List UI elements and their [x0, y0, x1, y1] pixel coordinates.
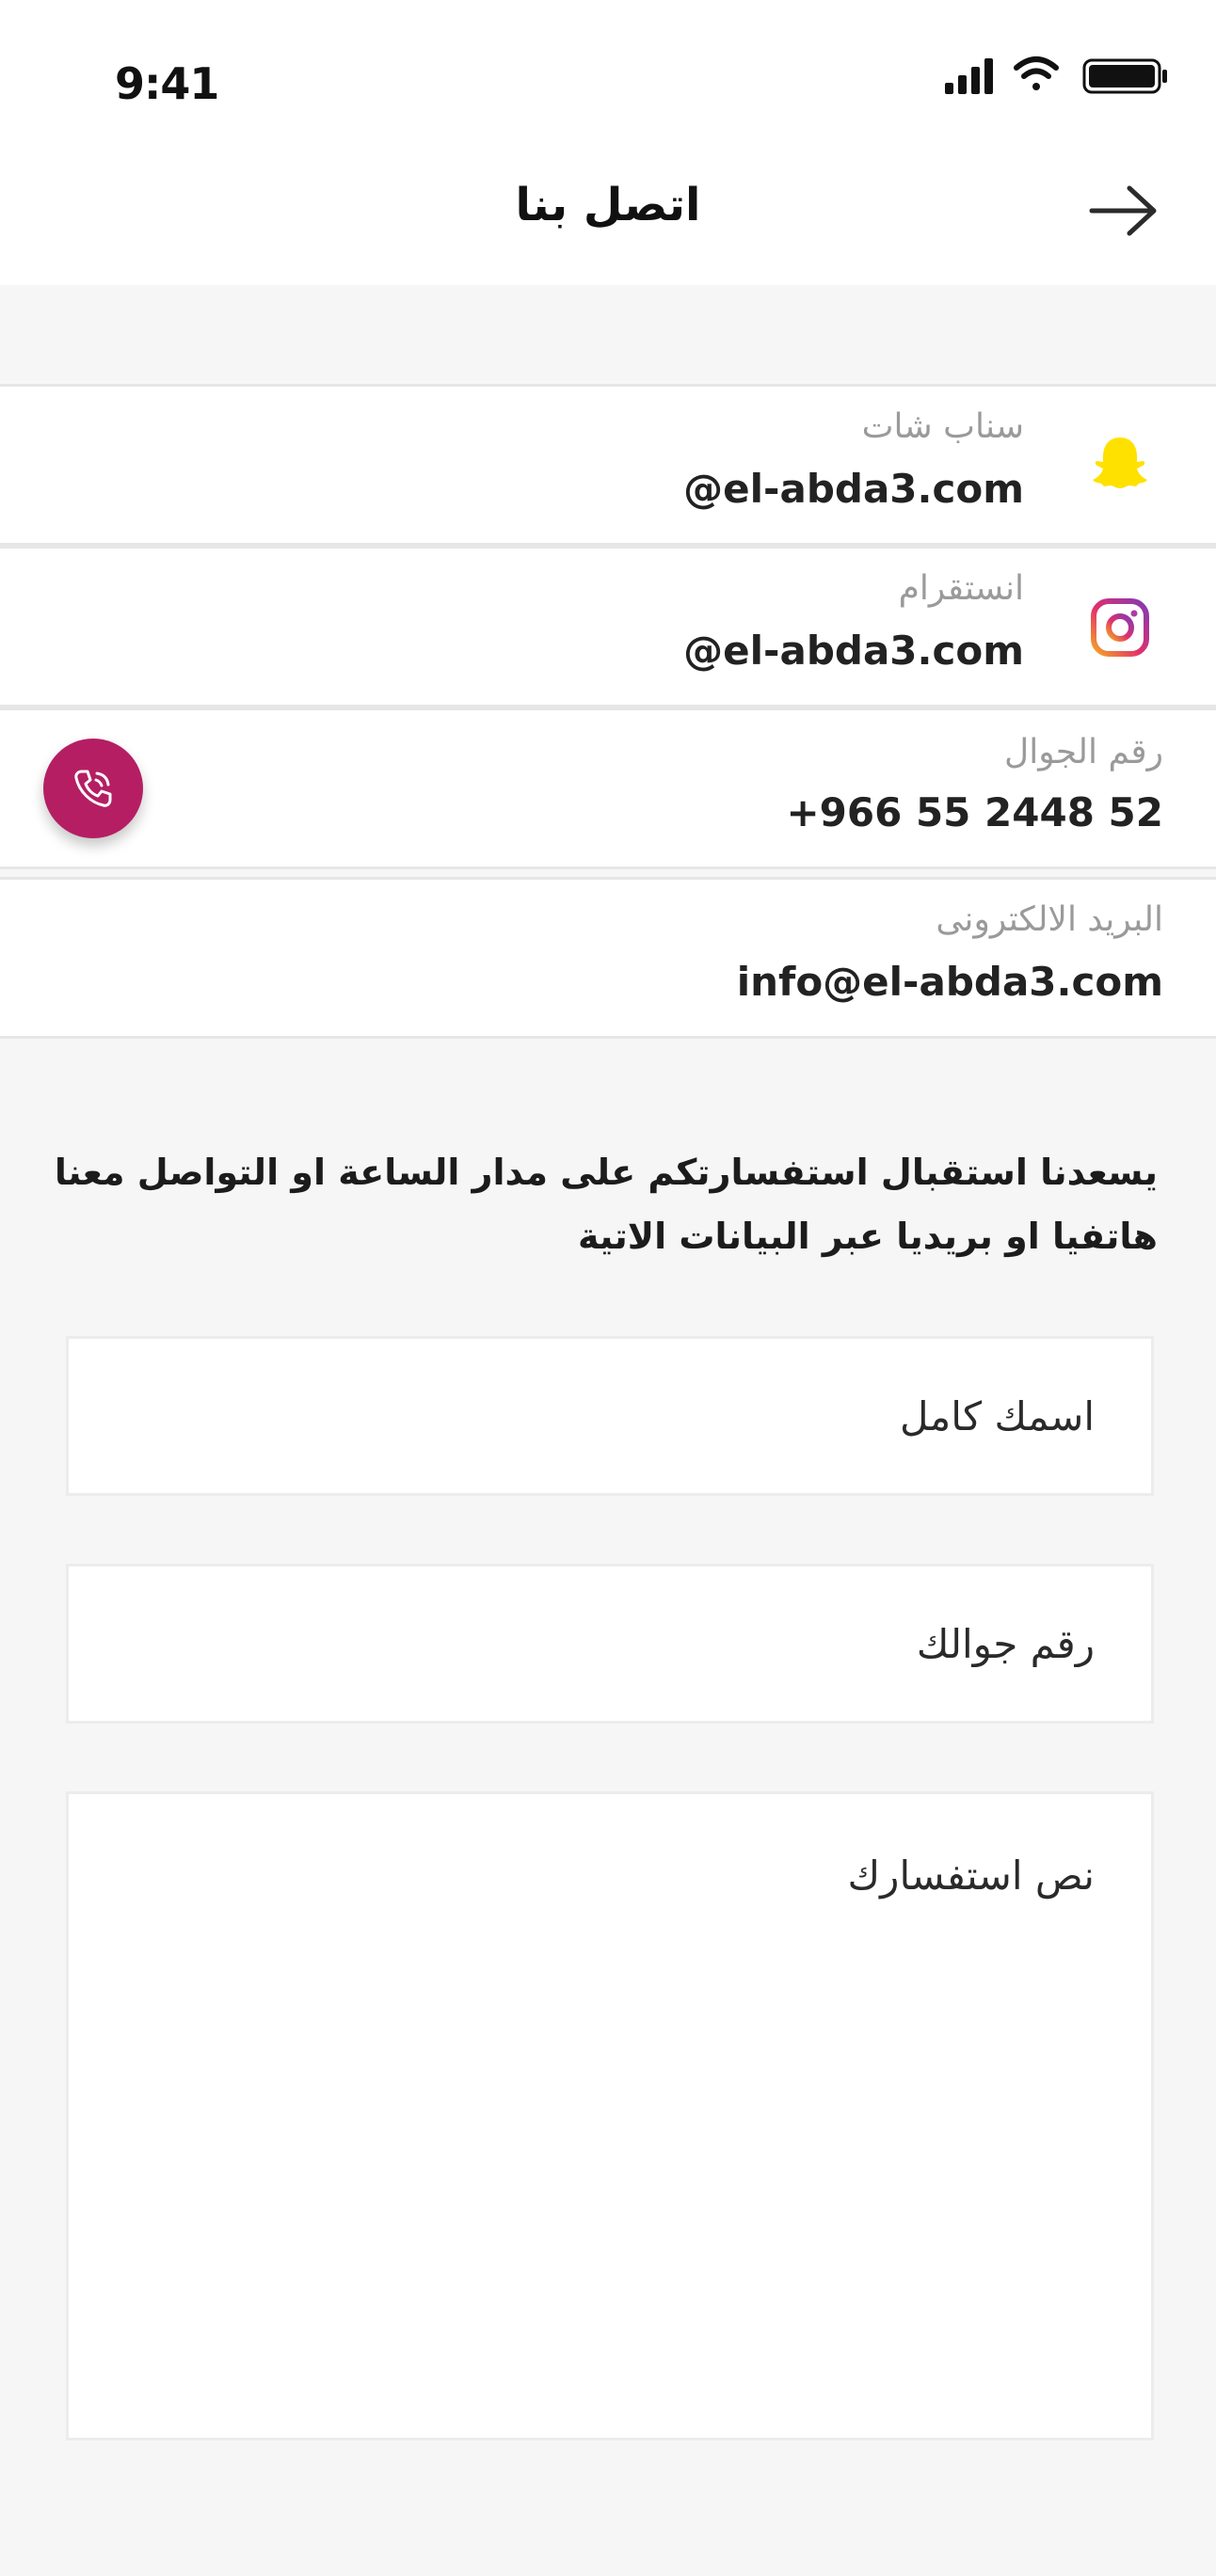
phone-label: رقم الجوال	[1004, 733, 1163, 771]
instagram-label: انستقرام	[898, 569, 1024, 608]
intro-text: يسعدنا استقبال استفسارتكم على مدار الساع…	[54, 1152, 1158, 1257]
contact-card-email[interactable]: البريد الالكترونى info@el-abda3.com	[0, 877, 1216, 1039]
top-bar: 9:41 اتصل بنا	[0, 0, 1216, 285]
page-title: اتصل بنا	[515, 179, 701, 231]
cellular-signal-icon	[945, 58, 993, 94]
status-icons	[945, 56, 1167, 94]
wifi-icon	[1014, 56, 1059, 90]
phone-call-icon	[74, 770, 112, 807]
contact-card-snapchat[interactable]: سناب شات @el-abda3.com	[0, 384, 1216, 546]
snapchat-icon	[1093, 437, 1147, 488]
snapchat-handle: @el-abda3.com	[683, 466, 1024, 512]
call-button[interactable]	[43, 739, 143, 838]
phone-number: +966 55 2448 52	[786, 789, 1163, 835]
full-name-input[interactable]	[66, 1336, 1154, 1496]
snapchat-label: سناب شات	[861, 407, 1024, 446]
phone-input[interactable]	[66, 1564, 1154, 1724]
instagram-icon	[1091, 598, 1149, 657]
email-label: البريد الالكترونى	[936, 900, 1163, 939]
back-arrow-icon[interactable]	[1086, 181, 1161, 241]
battery-icon	[1082, 58, 1167, 94]
contact-card-instagram[interactable]: انستقرام @el-abda3.com	[0, 546, 1216, 708]
message-textarea[interactable]	[66, 1791, 1154, 2441]
email-address: info@el-abda3.com	[736, 959, 1163, 1005]
contact-card-phone: رقم الجوال +966 55 2448 52	[0, 708, 1216, 869]
status-time: 9:41	[115, 58, 219, 109]
instagram-handle: @el-abda3.com	[683, 628, 1024, 674]
